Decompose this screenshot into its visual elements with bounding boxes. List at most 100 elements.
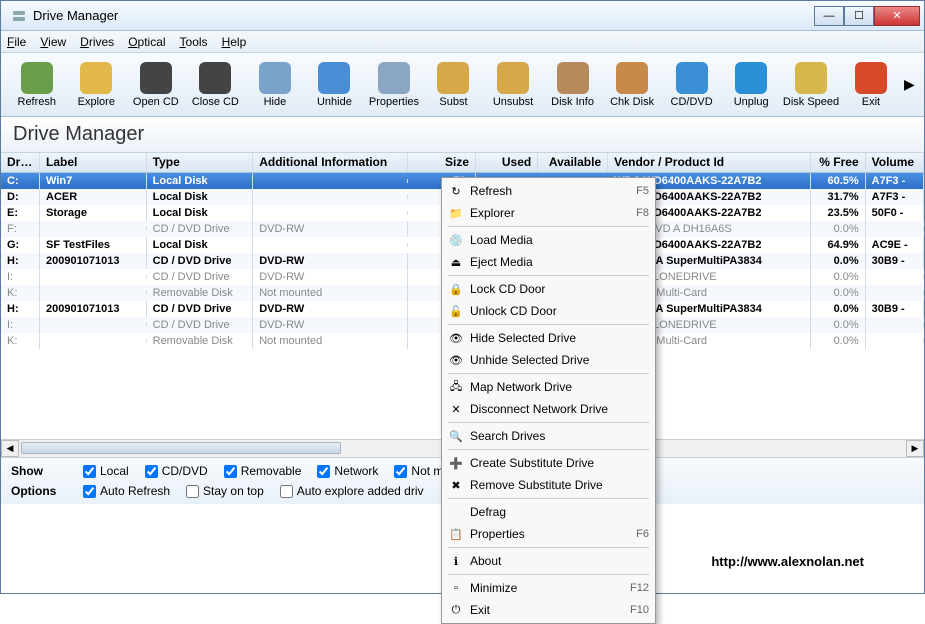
- disconnect-network-drive-icon: ✕: [448, 401, 464, 417]
- col-free[interactable]: % Free: [811, 153, 865, 172]
- disk-speed-icon: [795, 62, 827, 94]
- col-drive[interactable]: Drive: [1, 153, 40, 172]
- col-type[interactable]: Type: [147, 153, 254, 172]
- close-button[interactable]: ✕: [874, 6, 920, 26]
- show-local-checkbox[interactable]: Local: [83, 464, 129, 478]
- toolbar-hide-button[interactable]: Hide: [247, 57, 303, 113]
- show-cddvd-checkbox[interactable]: CD/DVD: [145, 464, 208, 478]
- unsubst-icon: [497, 62, 529, 94]
- col-vendor[interactable]: Vendor / Product Id: [608, 153, 811, 172]
- lock-cd-door-icon: 🔒: [448, 281, 464, 297]
- menu-item-about[interactable]: ℹAbout: [444, 550, 653, 572]
- app-window: Drive Manager — ☐ ✕ File View Drives Optica…: [0, 0, 925, 594]
- website-link[interactable]: http://www.alexnolan.net: [711, 554, 864, 569]
- maximize-button[interactable]: ☐: [844, 6, 874, 26]
- unlock-cd-door-icon: 🔓: [448, 303, 464, 319]
- menu-item-exit[interactable]: ⏻ExitF10: [444, 599, 653, 621]
- disk-info-icon: [557, 62, 589, 94]
- menu-item-disconnect-network-drive[interactable]: ✕Disconnect Network Drive: [444, 398, 653, 420]
- menu-item-remove-substitute-drive[interactable]: ✖Remove Substitute Drive: [444, 474, 653, 496]
- defrag-icon: [448, 504, 464, 520]
- scroll-left-icon[interactable]: ◀: [1, 440, 19, 457]
- show-removable-checkbox[interactable]: Removable: [224, 464, 302, 478]
- menu-separator: [448, 574, 649, 575]
- explorer-icon: 📁: [448, 205, 464, 221]
- col-label[interactable]: Label: [40, 153, 147, 172]
- toolbar-chk-disk-button[interactable]: Chk Disk: [604, 57, 660, 113]
- load-media-icon: 💿: [448, 232, 464, 248]
- eject-media-icon: ⏏: [448, 254, 464, 270]
- col-size[interactable]: Size: [408, 153, 476, 172]
- titlebar[interactable]: Drive Manager — ☐ ✕: [1, 1, 924, 31]
- menu-view[interactable]: View: [40, 35, 66, 49]
- show-notmounted-checkbox[interactable]: Not m: [394, 464, 443, 478]
- toolbar-subst-button[interactable]: Subst: [426, 57, 482, 113]
- scroll-right-icon[interactable]: ▶: [906, 440, 924, 457]
- menu-item-search-drives[interactable]: 🔍Search Drives: [444, 425, 653, 447]
- page-title: Drive Manager: [1, 117, 924, 153]
- app-icon: [11, 8, 27, 24]
- hide-selected-drive-icon: 👁: [448, 330, 464, 346]
- toolbar-unsubst-button[interactable]: Unsubst: [485, 57, 541, 113]
- col-used[interactable]: Used: [476, 153, 538, 172]
- menu-item-eject-media[interactable]: ⏏Eject Media: [444, 251, 653, 273]
- menu-tools[interactable]: Tools: [180, 35, 208, 49]
- menu-item-unhide-selected-drive[interactable]: 👁Unhide Selected Drive: [444, 349, 653, 371]
- minimize-button[interactable]: —: [814, 6, 844, 26]
- exit-icon: ⏻: [448, 602, 464, 618]
- show-network-checkbox[interactable]: Network: [317, 464, 378, 478]
- toolbar-cd-dvd-button[interactable]: CD/DVD: [664, 57, 720, 113]
- unhide-selected-drive-icon: 👁: [448, 352, 464, 368]
- menu-separator: [448, 373, 649, 374]
- col-available[interactable]: Available: [538, 153, 608, 172]
- menu-item-explorer[interactable]: 📁ExplorerF8: [444, 202, 653, 224]
- toolbar-exit-button[interactable]: Exit: [843, 57, 899, 113]
- toolbar-close-cd-button[interactable]: Close CD: [188, 57, 244, 113]
- menu-separator: [448, 324, 649, 325]
- window-title: Drive Manager: [33, 8, 814, 23]
- menu-item-create-substitute-drive[interactable]: ➕Create Substitute Drive: [444, 452, 653, 474]
- scroll-thumb[interactable]: [21, 442, 341, 454]
- subst-icon: [437, 62, 469, 94]
- menu-drives[interactable]: Drives: [80, 35, 114, 49]
- menu-optical[interactable]: Optical: [128, 35, 165, 49]
- col-volume[interactable]: Volume: [866, 153, 924, 172]
- menu-help[interactable]: Help: [222, 35, 247, 49]
- menu-separator: [448, 547, 649, 548]
- menu-item-refresh[interactable]: ↻RefreshF5: [444, 180, 653, 202]
- unplug-icon: [735, 62, 767, 94]
- chk-disk-icon: [616, 62, 648, 94]
- about-icon: ℹ: [448, 553, 464, 569]
- auto-refresh-checkbox[interactable]: Auto Refresh: [83, 484, 170, 498]
- create-substitute-drive-icon: ➕: [448, 455, 464, 471]
- menu-item-unlock-cd-door[interactable]: 🔓Unlock CD Door: [444, 300, 653, 322]
- col-additional[interactable]: Additional Information: [253, 153, 408, 172]
- map-network-drive-icon: 🖧: [448, 379, 464, 395]
- toolbar-explore-button[interactable]: Explore: [69, 57, 125, 113]
- menu-item-minimize[interactable]: ▫MinimizeF12: [444, 577, 653, 599]
- close-cd-icon: [199, 62, 231, 94]
- toolbar-disk-info-button[interactable]: Disk Info: [545, 57, 601, 113]
- toolbar-properties-button[interactable]: Properties: [366, 57, 422, 113]
- search-drives-icon: 🔍: [448, 428, 464, 444]
- menu-item-load-media[interactable]: 💿Load Media: [444, 229, 653, 251]
- toolbar-unplug-button[interactable]: Unplug: [723, 57, 779, 113]
- menu-item-hide-selected-drive[interactable]: 👁Hide Selected Drive: [444, 327, 653, 349]
- menu-item-properties[interactable]: 📋PropertiesF6: [444, 523, 653, 545]
- stay-on-top-checkbox[interactable]: Stay on top: [186, 484, 264, 498]
- menu-item-defrag[interactable]: Defrag: [444, 501, 653, 523]
- toolbar-unhide-button[interactable]: Unhide: [307, 57, 363, 113]
- menu-item-lock-cd-door[interactable]: 🔒Lock CD Door: [444, 278, 653, 300]
- unhide-icon: [318, 62, 350, 94]
- toolbar-refresh-button[interactable]: Refresh: [9, 57, 65, 113]
- toolbar-open-cd-button[interactable]: Open CD: [128, 57, 184, 113]
- toolbar-disk-speed-button[interactable]: Disk Speed: [783, 57, 839, 113]
- auto-explore-checkbox[interactable]: Auto explore added driv: [280, 484, 424, 498]
- open-cd-icon: [140, 62, 172, 94]
- hide-icon: [259, 62, 291, 94]
- menubar: File View Drives Optical Tools Help: [1, 31, 924, 53]
- column-headers[interactable]: Drive Label Type Additional Information …: [1, 153, 924, 173]
- toolbar-overflow-icon[interactable]: ▶: [903, 76, 916, 93]
- menu-item-map-network-drive[interactable]: 🖧Map Network Drive: [444, 376, 653, 398]
- menu-file[interactable]: File: [7, 35, 26, 49]
